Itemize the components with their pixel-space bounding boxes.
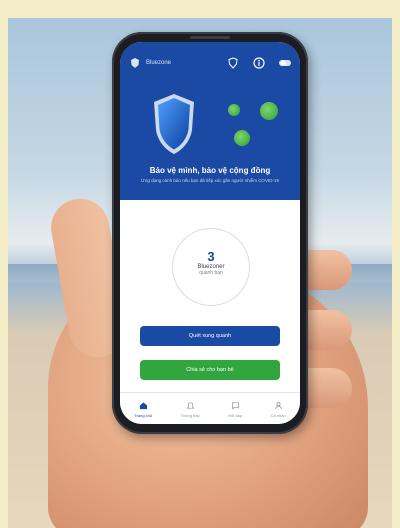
bluezoner-count: 3 [207, 249, 215, 264]
app-header: Bluezone Bảo vệ mình, bảo vệ cộng đồng Ứ… [120, 42, 300, 200]
share-button[interactable]: Chia sẻ cho bạn bè [140, 360, 280, 380]
virus-icon [234, 130, 250, 146]
smartphone: Bluezone Bảo vệ mình, bảo vệ cộng đồng Ứ… [112, 32, 308, 434]
nav-profile-label: Cá nhân [270, 412, 286, 418]
nav-home[interactable]: Trang chủ [134, 401, 152, 418]
chat-icon [230, 401, 240, 411]
bell-icon [185, 401, 195, 411]
home-icon [138, 401, 148, 411]
phone-screen: Bluezone Bảo vệ mình, bảo vệ cộng đồng Ứ… [120, 42, 300, 424]
nav-notifications[interactable]: Thông báo [181, 401, 200, 418]
photo-scene: Bluezone Bảo vệ mình, bảo vệ cộng đồng Ứ… [0, 0, 400, 528]
nav-faq-label: Hỏi đáp [228, 412, 243, 418]
slogan-text: Bảo vệ mình, bảo vệ cộng đồng [149, 166, 271, 175]
user-icon [273, 401, 283, 411]
info-icon[interactable] [252, 56, 266, 70]
scan-button[interactable]: Quét xung quanh [140, 326, 280, 346]
app-brand: Bluezone [146, 60, 172, 66]
bluezoner-counter: 3 Bluezoner quanh bạn [172, 228, 250, 306]
app-topbar: Bluezone [128, 54, 292, 72]
nav-home-label: Trang chủ [134, 412, 153, 418]
virus-icon [260, 102, 278, 120]
bottom-nav: Trang chủ Thông báo Hỏi đáp Cá nhân [120, 392, 300, 424]
bluezone-logo-icon [128, 56, 142, 70]
slogan-subtitle: Ứng dụng cảnh báo nếu bạn đã tiếp xúc gầ… [141, 178, 279, 183]
phone-speaker [190, 36, 230, 39]
virus-icon [228, 104, 240, 116]
shield-illustration-icon [154, 94, 194, 154]
bluezoner-count-sub: quanh bạn [199, 270, 223, 276]
nav-faq[interactable]: Hỏi đáp [228, 401, 242, 418]
nav-notifications-label: Thông báo [180, 412, 200, 418]
toggle-icon[interactable] [278, 56, 292, 70]
nav-profile[interactable]: Cá nhân [271, 401, 286, 418]
shield-icon[interactable] [226, 56, 240, 70]
